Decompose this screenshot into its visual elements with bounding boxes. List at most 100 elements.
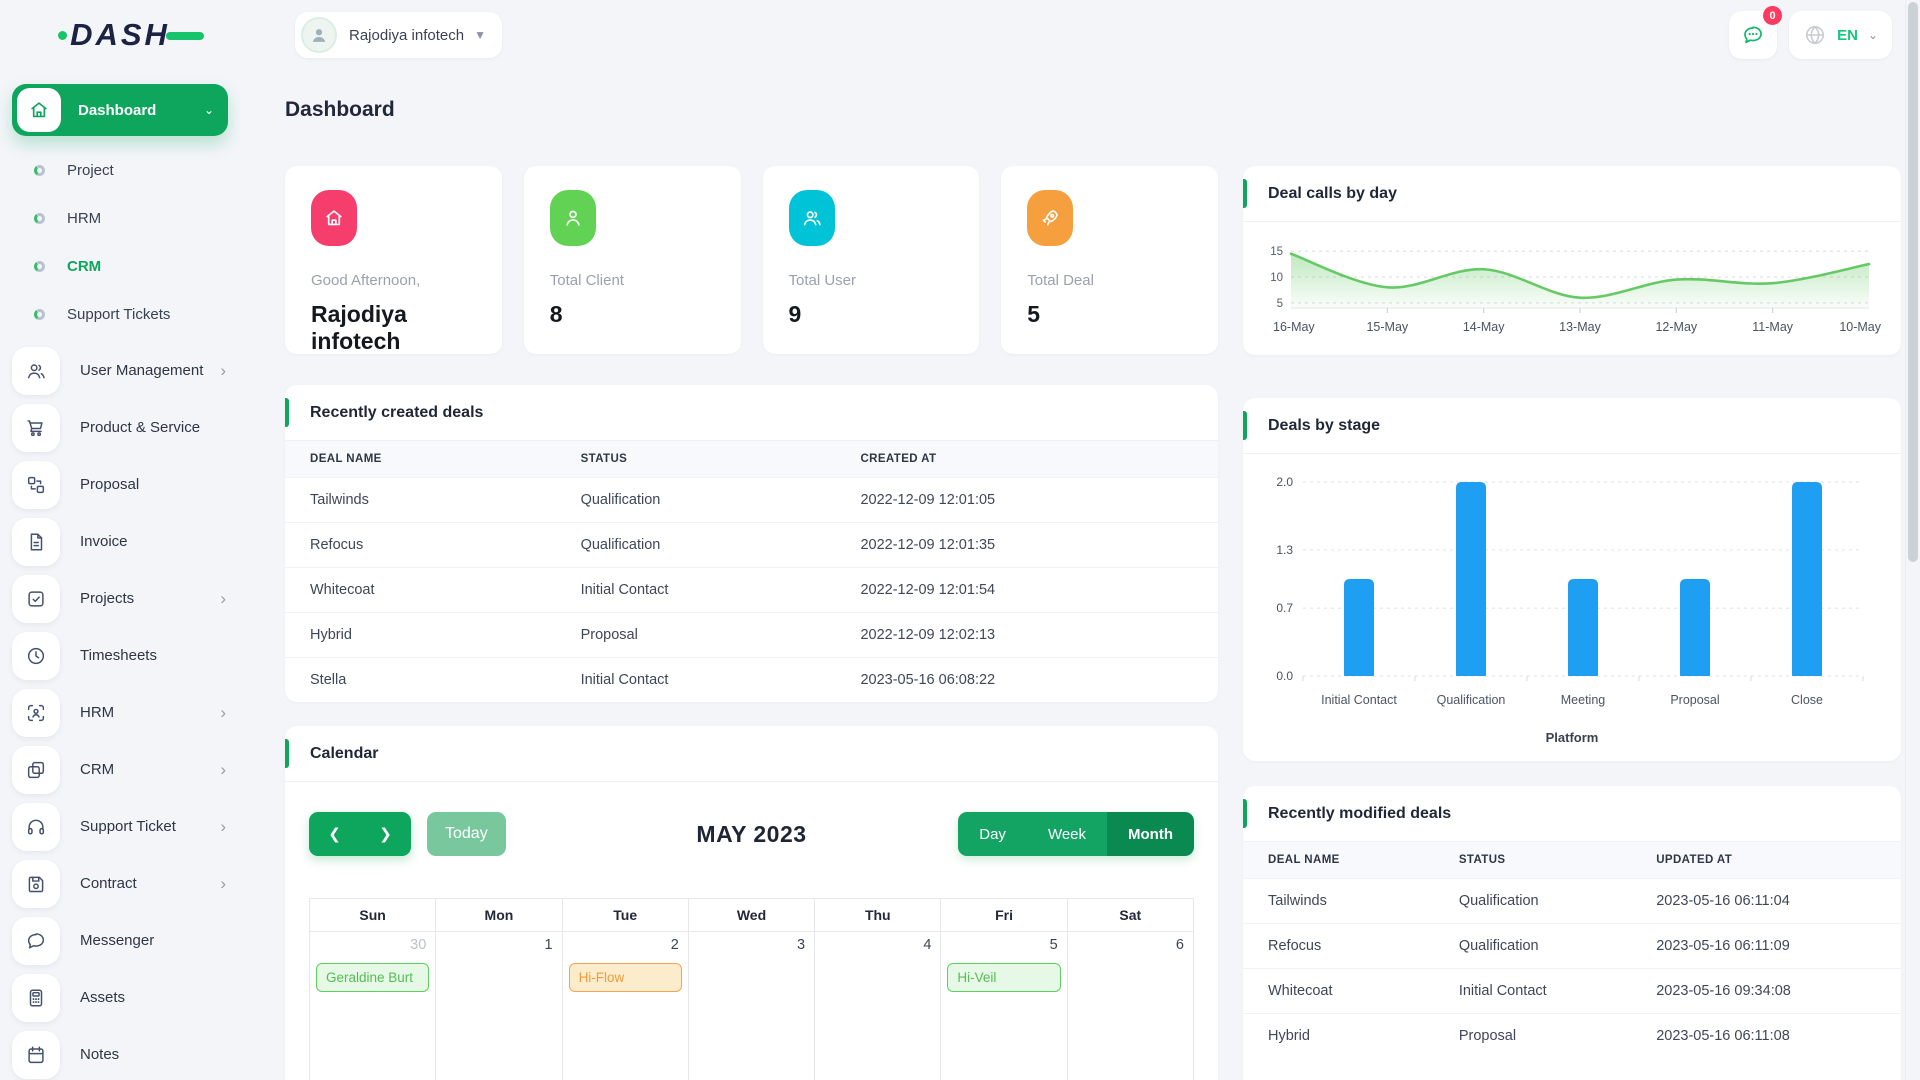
calendar-day-cell[interactable]: 2 Hi-Flow [563, 932, 689, 1080]
sidebar-subitem-project[interactable]: Project [12, 146, 228, 194]
sidebar-item-product-service[interactable]: Product & Service [12, 399, 228, 456]
table-row[interactable]: Tailwinds Qualification 2022-12-09 12:01:0… [285, 477, 1218, 523]
calendar-view-week[interactable]: Week [1026, 812, 1108, 856]
sidebar-item-user-management[interactable]: User Management › [12, 342, 228, 399]
language-selector[interactable]: EN ⌄ [1789, 11, 1892, 59]
chevron-down-icon: ⌄ [1867, 28, 1878, 42]
table-cell: 2022-12-09 12:01:35 [835, 522, 1218, 568]
calendar-day-names: Sun Mon Tue Wed Thu Fri Sat [310, 899, 1193, 931]
chevron-right-icon: › [220, 760, 226, 779]
calendar-day-cell[interactable]: 4 [815, 932, 942, 1080]
chevron-right-icon: › [220, 874, 226, 893]
recently-modified-deals-table: DEAL NAME STATUS UPDATED AT Tailwinds Quali… [1243, 842, 1901, 1058]
deal-calls-card: Deal calls by day 5 10 15 16-May 15-May 14-Ma… [1243, 166, 1901, 355]
sidebar-item-projects[interactable]: Projects › [12, 570, 228, 627]
table-cell: Proposal [1433, 1013, 1632, 1058]
sidebar-item-label: Messenger [80, 932, 155, 949]
calendar-card: Calendar MAY 2023 ❮ ❯ Today Day Week Month… [285, 726, 1218, 1080]
stat-card-total-client: Total Client 8 [523, 166, 741, 354]
calendar-day-cell[interactable]: 1 [436, 932, 563, 1080]
calendar-event[interactable]: Hi-Flow [568, 963, 682, 992]
calendar-day-cell[interactable]: 6 [1068, 932, 1193, 1080]
day-number: 3 [797, 937, 806, 953]
stat-value: 9 [788, 301, 802, 327]
sidebar-item-dashboard[interactable]: Dashboard ⌄ [12, 84, 228, 136]
calendar-toolbar: MAY 2023 ❮ ❯ Today Day Week Month [309, 812, 1194, 856]
table-cell: Qualification [555, 522, 836, 568]
sidebar-item-assets[interactable]: Assets [12, 969, 228, 1026]
chevron-down-icon: ⌄ [203, 103, 214, 117]
sidebar-item-label: CRM [80, 761, 115, 778]
scrollbar-thumb[interactable] [1908, 2, 1918, 562]
stats-row: Good Afternoon, Rajodiya infotech Total Cl… [285, 166, 1218, 354]
calendar-day-cell[interactable]: 5 Hi-Veil [941, 932, 1068, 1080]
sidebar-subitem-hrm[interactable]: HRM [12, 194, 228, 242]
page-scrollbar[interactable] [1905, 0, 1920, 1080]
calendar-day-cell[interactable]: 3 [689, 932, 816, 1080]
company-selector[interactable]: Rajodiya infotech ▼ [295, 12, 502, 58]
chevron-right-icon: › [220, 361, 226, 380]
calendar-view-month[interactable]: Month [1107, 812, 1194, 856]
messages-button[interactable]: 0 [1729, 6, 1783, 59]
stat-card-total-deal: Total Deal 5 [1001, 166, 1218, 354]
day-number: 5 [1049, 937, 1058, 953]
table-cell: 2022-12-09 12:01:54 [835, 567, 1218, 613]
swap-icon [27, 476, 45, 493]
cart-icon [27, 419, 43, 436]
svg-text:13-May: 13-May [1559, 320, 1601, 334]
table-row[interactable]: Refocus Qualification 2023-05-16 06:11:09 [1243, 923, 1901, 969]
svg-text:Close: Close [1791, 693, 1823, 707]
sidebar-item-invoice[interactable]: Invoice [12, 513, 228, 570]
table-header: DEAL NAME STATUS CREATED AT [285, 441, 1218, 478]
calendar-event[interactable]: Hi-Veil [947, 963, 1061, 992]
column-header: DEAL NAME [310, 453, 382, 465]
svg-text:11-May: 11-May [1752, 320, 1794, 334]
svg-text:0.0: 0.0 [1276, 669, 1293, 683]
sidebar-item-messenger[interactable]: Messenger [12, 912, 228, 969]
column-header: STATUS [1458, 854, 1506, 866]
calendar-event[interactable]: Geraldine Burt [316, 963, 430, 992]
day-number: 30 [410, 937, 427, 953]
sidebar-item-support-ticket[interactable]: Support Ticket › [12, 798, 228, 855]
sidebar-subitem-label: Project [67, 161, 114, 179]
table-row[interactable]: Hybrid Proposal 2022-12-09 12:02:13 [285, 612, 1218, 658]
table-row[interactable]: Whitecoat Initial Contact 2022-12-09 12:01… [285, 567, 1218, 613]
chevron-right-icon: › [220, 817, 226, 836]
chevron-down-icon: ▼ [474, 28, 486, 42]
table-cell: Tailwinds [285, 477, 556, 523]
calendar-day-cell[interactable]: 30 Geraldine Burt [310, 932, 437, 1080]
table-cell: Tailwinds [1243, 878, 1434, 924]
table-row[interactable]: Refocus Qualification 2022-12-09 12:01:35 [285, 522, 1218, 568]
sidebar-item-crm[interactable]: CRM › [12, 741, 228, 798]
user-icon [566, 210, 580, 226]
day-number: 2 [670, 937, 679, 953]
table-cell: Initial Contact [555, 567, 836, 613]
calculator-icon [29, 988, 43, 1007]
table-cell: 2023-05-16 06:11:04 [1631, 878, 1901, 924]
calendar-day-name: Sun [310, 899, 437, 931]
sidebar-item-proposal[interactable]: Proposal [12, 456, 228, 513]
sidebar-subitem-crm[interactable]: CRM [12, 242, 228, 290]
bullet-icon [34, 308, 45, 320]
table-row[interactable]: Hybrid Proposal 2023-05-16 06:11:08 [1243, 1013, 1901, 1058]
table-row[interactable]: Whitecoat Initial Contact 2023-05-16 09:34… [1243, 968, 1901, 1014]
sidebar-sub-items: Project HRM CRM Support Tickets [12, 136, 228, 342]
sidebar-item-timesheets[interactable]: Timesheets [12, 627, 228, 684]
cards-icon [27, 761, 45, 778]
sidebar-item-hrm[interactable]: HRM › [12, 684, 228, 741]
column-header: DEAL NAME [1268, 854, 1340, 866]
stat-label: Total User [788, 272, 857, 289]
table-row[interactable]: Tailwinds Qualification 2023-05-16 06:11:0… [1243, 878, 1901, 924]
table-row[interactable]: Stella Initial Contact 2023-05-16 06:08:22 [285, 657, 1218, 702]
rocket-icon [1042, 210, 1059, 226]
chart-x-axis-title: Platform [1545, 730, 1599, 745]
sidebar-item-notes[interactable]: Notes [12, 1026, 228, 1080]
column-header: UPDATED AT [1656, 854, 1733, 866]
sidebar-item-label: Contract [80, 875, 137, 892]
sidebar-item-contract[interactable]: Contract › [12, 855, 228, 912]
globe-icon [1806, 25, 1825, 45]
sidebar-item-label: HRM [80, 704, 115, 721]
sidebar-subitem-support-tickets[interactable]: Support Tickets [12, 290, 228, 338]
section-title: Deals by stage [1268, 416, 1381, 434]
calendar-view-day[interactable]: Day [958, 812, 1027, 856]
